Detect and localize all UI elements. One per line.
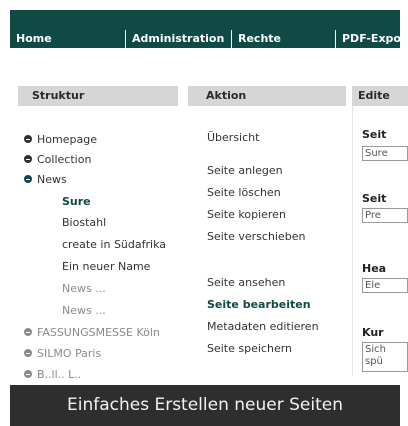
edit-header-field[interactable]: Ele [362,278,408,293]
tree-item-silmo[interactable]: SILMO Paris [24,347,101,361]
tree-item-collection[interactable]: Collection [24,153,91,167]
edit-label-second: Seit [362,192,387,205]
tree-item-news[interactable]: News [24,173,67,187]
tree-subitem-sure[interactable]: Sure [62,195,91,209]
caption-banner: Einfaches Erstellen neuer Seiten [10,385,400,426]
tree-item-label: News [37,173,67,186]
edit-title-field[interactable]: Sure [362,146,408,161]
tree-subitem-ein-neuer-name[interactable]: Ein neuer Name [62,260,150,274]
main-nav: Home Administration Rechte PDF-Expor [10,30,400,48]
edit-label-header: Hea [362,262,387,275]
tree-subitem-news-1[interactable]: News ... [62,282,106,296]
expand-bullet-icon[interactable] [24,328,32,336]
action-seite-kopieren[interactable]: Seite kopieren [207,208,286,222]
action-seite-ansehen[interactable]: Seite ansehen [207,276,285,290]
nav-administration[interactable]: Administration [126,30,232,48]
edit-short-textarea[interactable]: Sich spü [362,342,408,372]
tree-subitem-create-in-suedafrika[interactable]: create in Südafrika [62,238,166,252]
edit-label-short: Kur [362,326,384,339]
action-uebersicht[interactable]: Übersicht [207,131,259,145]
expand-bullet-icon[interactable] [24,349,32,357]
expand-bullet-icon[interactable] [24,155,32,163]
tree-item-homepage[interactable]: Homepage [24,133,97,147]
tree-item-label: FASSUNGSMESSE Köln [37,326,160,339]
tree-item-label: Homepage [37,133,97,146]
tree-item-label: Collection [37,153,92,166]
expand-bullet-icon[interactable] [24,135,32,143]
action-seite-speichern[interactable]: Seite speichern [207,342,292,356]
nav-pdf-export[interactable]: PDF-Expor [336,30,400,48]
edit-second-field[interactable]: Pre [362,208,408,223]
nav-rechte[interactable]: Rechte [232,30,336,48]
column-header-aktion: Aktion [188,86,346,106]
screenshot-frame: Home Administration Rechte PDF-Expor Str… [0,0,408,426]
action-seite-bearbeiten[interactable]: Seite bearbeiten [207,298,311,312]
tree-subitem-biostahl[interactable]: Biostahl [62,216,106,230]
column-divider [352,106,353,376]
action-seite-loeschen[interactable]: Seite löschen [207,186,281,200]
tree-item-fassungsmesse[interactable]: FASSUNGSMESSE Köln [24,326,160,340]
tree-item-partial[interactable]: B..ll.. L.. [24,368,81,382]
top-banner [10,10,400,30]
column-header-edit: Edite [352,86,408,106]
nav-home[interactable]: Home [10,30,126,48]
edit-label-title: Seit [362,128,387,141]
tree-item-label: SILMO Paris [37,347,102,360]
action-seite-anlegen[interactable]: Seite anlegen [207,164,283,178]
action-seite-verschieben[interactable]: Seite verschieben [207,230,305,244]
expand-bullet-icon[interactable] [24,370,32,378]
column-header-struktur: Struktur [18,86,178,106]
tree-subitem-news-2[interactable]: News ... [62,304,106,318]
tree-item-label: B..ll.. L.. [37,368,82,381]
collapse-bullet-icon[interactable] [24,175,32,183]
action-metadaten-editieren[interactable]: Metadaten editieren [207,320,319,334]
